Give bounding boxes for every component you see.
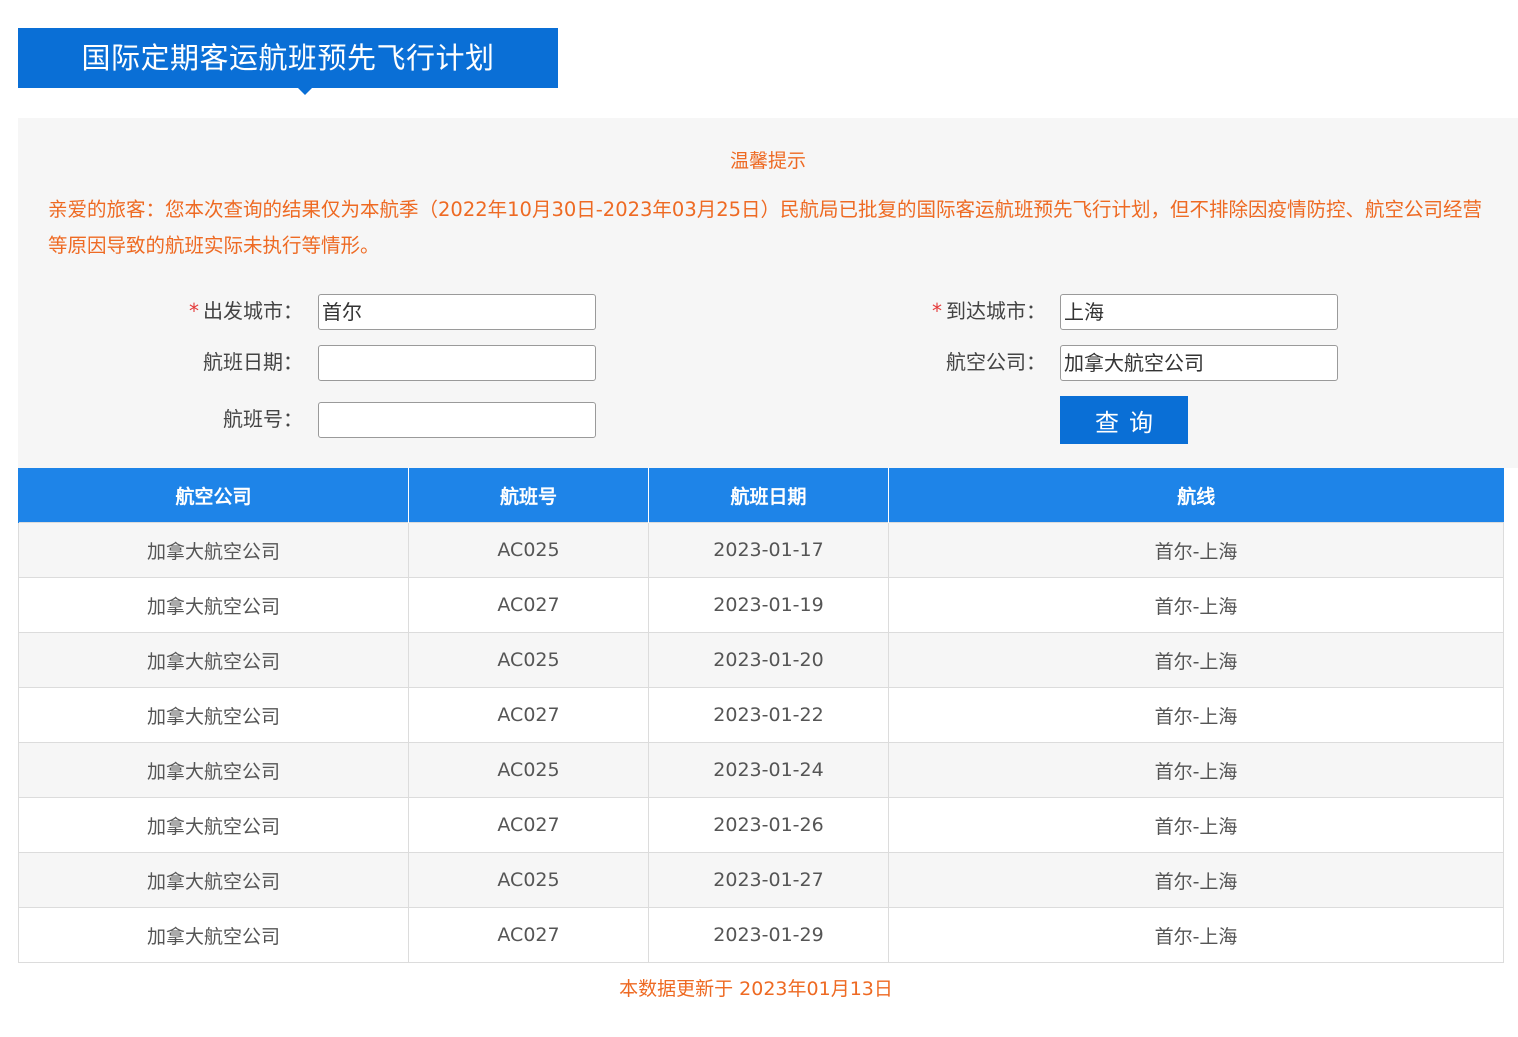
search-panel: 温馨提示 亲爱的旅客：您本次查询的结果仅为本航季（2022年10月30日-202… <box>18 118 1518 468</box>
cell-airline: 加拿大航空公司 <box>18 907 409 963</box>
cell-flight-date: 2023-01-26 <box>648 797 889 853</box>
cell-flight-number: AC027 <box>408 687 649 743</box>
table-row: 加拿大航空公司 AC027 2023-01-29 首尔-上海 <box>18 907 1504 963</box>
departure-city-label: * 出发城市： <box>168 293 303 329</box>
required-mark: * <box>932 299 942 323</box>
notice-title: 温馨提示 <box>729 150 806 172</box>
table-row: 加拿大航空公司 AC027 2023-01-26 首尔-上海 <box>18 797 1504 853</box>
departure-city-label-text: 出发城市： <box>203 299 303 323</box>
cell-flight-date: 2023-01-20 <box>648 632 889 688</box>
table-row: 加拿大航空公司 AC027 2023-01-22 首尔-上海 <box>18 687 1504 743</box>
cell-airline: 加拿大航空公司 <box>18 687 409 743</box>
cell-flight-number: AC025 <box>408 742 649 798</box>
cell-flight-number: AC025 <box>408 632 649 688</box>
table-row: 加拿大航空公司 AC025 2023-01-20 首尔-上海 <box>18 632 1504 688</box>
cell-flight-number: AC025 <box>408 522 649 578</box>
header-flight-date: 航班日期 <box>648 468 889 523</box>
header-flight-number: 航班号 <box>408 468 649 523</box>
cell-route: 首尔-上海 <box>888 742 1504 798</box>
cell-flight-date: 2023-01-19 <box>648 577 889 633</box>
table-header-row: 航空公司 航班号 航班日期 航线 <box>18 468 1504 523</box>
header-route: 航线 <box>888 468 1504 523</box>
cell-flight-number: AC027 <box>408 577 649 633</box>
airline-label: 航空公司： <box>946 350 1046 374</box>
cell-route: 首尔-上海 <box>888 852 1504 908</box>
arrival-city-input[interactable] <box>1060 294 1338 330</box>
required-mark: * <box>189 299 199 323</box>
cell-airline: 加拿大航空公司 <box>18 632 409 688</box>
data-update-note: 本数据更新于 2023年01月13日 <box>619 978 893 1000</box>
cell-flight-number: AC027 <box>408 907 649 963</box>
cell-flight-number: AC027 <box>408 797 649 853</box>
table-row: 加拿大航空公司 AC025 2023-01-17 首尔-上海 <box>18 522 1504 578</box>
airline-input[interactable] <box>1060 345 1338 381</box>
cell-airline: 加拿大航空公司 <box>18 577 409 633</box>
page-title: 国际定期客运航班预先飞行计划 <box>81 41 495 75</box>
page-title-banner: 国际定期客运航班预先飞行计划 <box>18 28 558 95</box>
caret-down-icon <box>298 88 312 95</box>
cell-route: 首尔-上海 <box>888 632 1504 688</box>
cell-airline: 加拿大航空公司 <box>18 522 409 578</box>
cell-flight-date: 2023-01-24 <box>648 742 889 798</box>
cell-flight-date: 2023-01-27 <box>648 852 889 908</box>
arrival-city-label: * 到达城市： <box>911 293 1046 329</box>
cell-flight-date: 2023-01-17 <box>648 522 889 578</box>
cell-route: 首尔-上海 <box>888 797 1504 853</box>
notice-text: 亲爱的旅客：您本次查询的结果仅为本航季（2022年10月30日-2023年03月… <box>48 198 1483 257</box>
flight-date-input[interactable] <box>318 345 596 381</box>
cell-route: 首尔-上海 <box>888 687 1504 743</box>
results-table: 航空公司 航班号 航班日期 航线 加拿大航空公司 AC025 2023-01-1… <box>18 468 1504 963</box>
table-row: 加拿大航空公司 AC025 2023-01-27 首尔-上海 <box>18 852 1504 908</box>
cell-route: 首尔-上海 <box>888 907 1504 963</box>
header-airline: 航空公司 <box>18 468 409 523</box>
cell-flight-date: 2023-01-22 <box>648 687 889 743</box>
cell-flight-date: 2023-01-29 <box>648 907 889 963</box>
flight-number-input[interactable] <box>318 402 596 438</box>
arrival-city-label-text: 到达城市： <box>946 299 1046 323</box>
cell-airline: 加拿大航空公司 <box>18 742 409 798</box>
cell-airline: 加拿大航空公司 <box>18 852 409 908</box>
table-row: 加拿大航空公司 AC027 2023-01-19 首尔-上海 <box>18 577 1504 633</box>
query-button[interactable]: 查询 <box>1060 396 1188 444</box>
flight-number-label: 航班号： <box>223 407 303 431</box>
departure-city-input[interactable] <box>318 294 596 330</box>
table-row: 加拿大航空公司 AC025 2023-01-24 首尔-上海 <box>18 742 1504 798</box>
flight-date-label: 航班日期： <box>203 350 303 374</box>
cell-airline: 加拿大航空公司 <box>18 797 409 853</box>
cell-flight-number: AC025 <box>408 852 649 908</box>
cell-route: 首尔-上海 <box>888 522 1504 578</box>
cell-route: 首尔-上海 <box>888 577 1504 633</box>
